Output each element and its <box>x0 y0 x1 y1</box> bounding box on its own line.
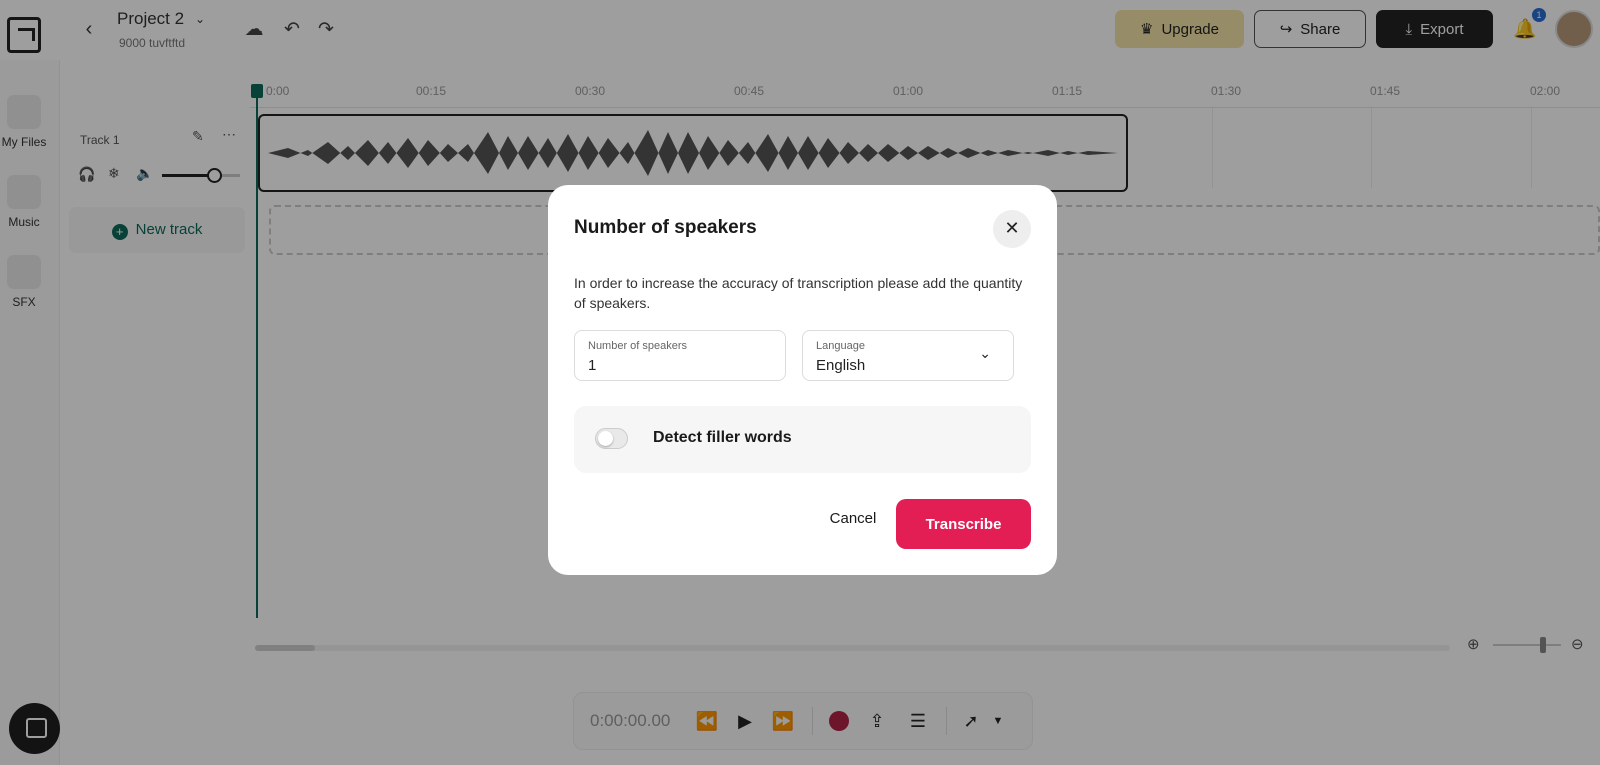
close-icon[interactable]: ✕ <box>993 210 1031 248</box>
language-value: English <box>816 357 866 374</box>
speakers-input[interactable]: 1 <box>588 357 596 374</box>
filler-words-row: Detect filler words <box>574 406 1031 473</box>
language-select[interactable]: Language English ⌄ <box>802 330 1014 381</box>
language-field-label: Language <box>816 340 865 352</box>
transcribe-button[interactable]: Transcribe <box>896 499 1031 549</box>
speakers-dialog: Number of speakers ✕ In order to increas… <box>548 185 1057 575</box>
toggle-knob <box>598 431 613 446</box>
speakers-field-label: Number of speakers <box>588 340 688 352</box>
chevron-down-icon: ⌄ <box>979 345 991 361</box>
dialog-description: In order to increase the accuracy of tra… <box>574 275 1023 311</box>
dialog-title: Number of speakers <box>574 217 757 238</box>
filler-words-label: Detect filler words <box>653 429 792 446</box>
cancel-button[interactable]: Cancel <box>823 503 883 533</box>
filler-words-toggle[interactable] <box>595 428 628 449</box>
speakers-field[interactable]: Number of speakers 1 <box>574 330 786 381</box>
